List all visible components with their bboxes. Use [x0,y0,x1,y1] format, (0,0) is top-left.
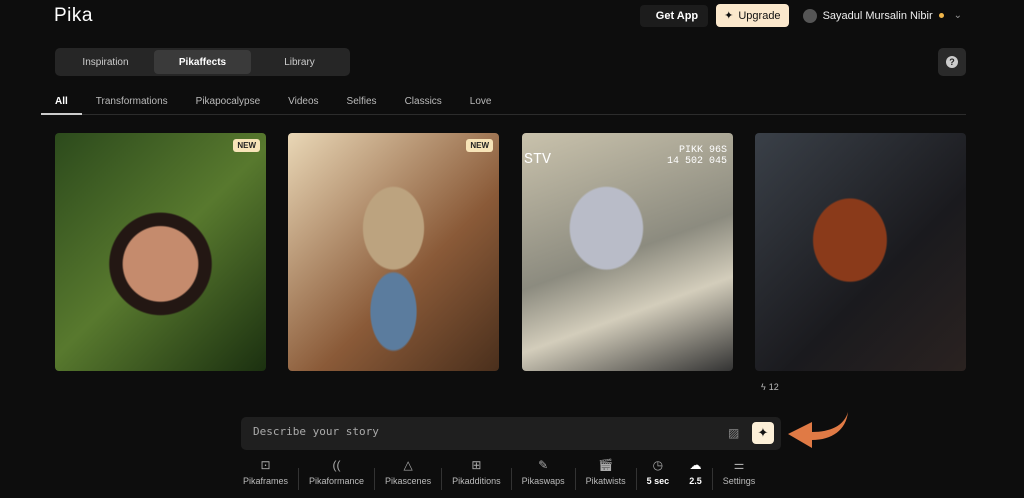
toolbar-pikadditions[interactable]: ⊞ Pikadditions [442,458,511,486]
category-videos[interactable]: Videos [288,94,318,114]
video-overlay-text: STV [524,151,552,168]
help-icon: ? [946,56,958,68]
add-icon: ⊞ [471,458,482,472]
toolbar-5-sec[interactable]: ◷ 5 sec [637,458,680,486]
toolbar-pikaformance[interactable]: ((Pikaformance [299,458,374,486]
image-upload-icon[interactable]: ▨ [728,426,739,440]
avatar [802,8,817,23]
new-badge: NEW [466,139,493,152]
video-timestamp: PIKK 96S 14 502 045 [666,145,727,167]
sparkle-icon: ✦ [757,425,769,440]
category-tabs: All Transformations Pikapocalypse Videos… [41,94,966,115]
user-menu[interactable]: Sayadul Mursalin Nibir ⌄ [802,8,962,23]
gallery-card[interactable]: NEW [288,133,499,371]
get-app-button[interactable]: Get App [639,4,709,27]
frames-icon: ⊡ [260,458,271,472]
upgrade-button[interactable]: ✦ Upgrade [716,4,789,27]
category-transformations[interactable]: Transformations [96,94,168,114]
sparkle-icon: ✦ [724,10,734,22]
shapes-icon: △ [403,458,413,472]
help-button[interactable]: ? [938,48,966,76]
arrow-annotation-icon [788,412,848,448]
prompt-bar: ▨ ✦ [241,417,781,450]
header-actions: Get App ✦ Upgrade Sayadul Mursalin Nibir ⌄ [639,4,962,27]
story-input[interactable] [253,425,713,438]
generate-button[interactable]: ✦ [752,422,774,444]
status-dot [938,13,944,18]
category-love[interactable]: Love [470,94,492,114]
swap-brush-icon: ✎ [538,458,549,472]
category-classics[interactable]: Classics [405,94,442,114]
usage-count: ϟ 12 [761,382,779,392]
new-badge: NEW [233,139,260,152]
model-icon: ☁ [689,458,702,472]
toolbar: ⊡ Pikaframes((Pikaformance △ Pikascenes ⊞ Pik… [233,458,765,490]
tab-pikaffects[interactable]: Pikaffects [154,50,251,74]
toolbar-pikascenes[interactable]: △ Pikascenes [375,458,441,486]
lightning-icon: ϟ [761,382,766,392]
gallery-card[interactable]: NEW [55,133,266,371]
toolbar-pikaframes[interactable]: ⊡ Pikaframes [233,458,298,486]
category-pikapocalypse[interactable]: Pikapocalypse [196,94,260,114]
toolbar-pikatwists[interactable]: 🎬︎ Pikatwists [576,458,636,486]
gallery-card[interactable] [755,133,966,371]
category-selfies[interactable]: Selfies [347,94,377,114]
tab-inspiration[interactable]: Inspiration [57,50,154,74]
clapper-icon: 🎬︎ [598,458,614,472]
pika-logo[interactable]: Pika [54,5,93,27]
toolbar-settings[interactable]: ⚌ Settings [713,458,766,486]
gallery-card[interactable]: STV PIKK 96S 14 502 045 [522,133,733,371]
clock-icon: ◷ [652,458,664,472]
category-all[interactable]: All [41,94,82,115]
main-tabs: Inspiration Pikaffects Library [55,48,350,76]
toolbar-pikaswaps[interactable]: ✎ Pikaswaps [512,458,575,486]
sliders-icon: ⚌ [733,458,745,472]
tab-library[interactable]: Library [251,50,348,74]
chevron-down-icon: ⌄ [953,10,962,21]
toolbar-2-5[interactable]: ☁ 2.5 [679,458,712,486]
performance-icon: (( [332,458,341,472]
